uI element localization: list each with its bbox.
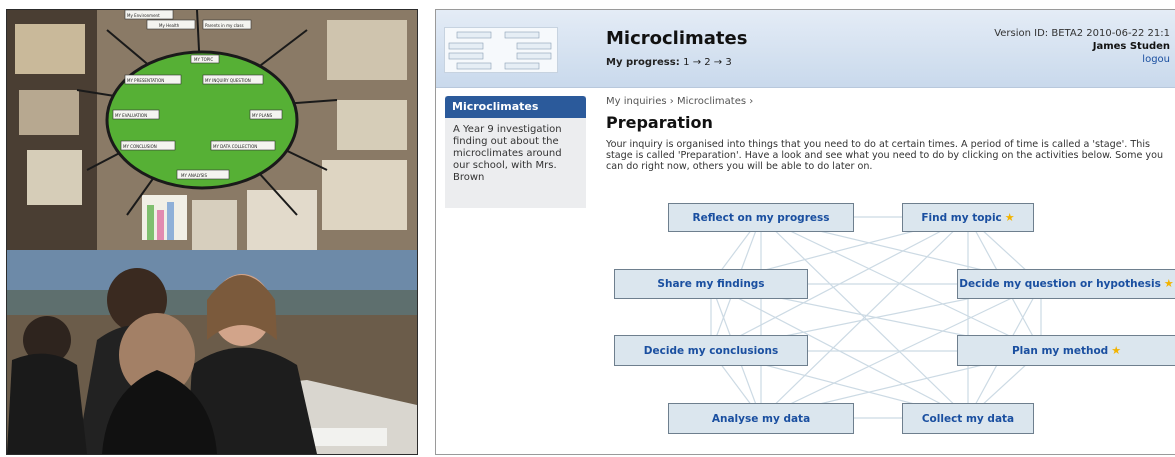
activity-decide-my-conclusions[interactable]: Decide my conclusions (614, 335, 808, 366)
board-label: My Environment (127, 13, 160, 18)
activity-find-my-topic[interactable]: Find my topic ★ (902, 203, 1034, 232)
activity-label: Decide my conclusions (643, 344, 779, 357)
activity-label: Collect my data (921, 412, 1015, 425)
star-icon: ★ (1163, 277, 1174, 290)
activity-label: Find my topic (921, 211, 1002, 224)
activity-connection-lines (710, 216, 1042, 419)
activity-label: Analyse my data (711, 412, 811, 425)
activity-label: Reflect on my progress (692, 211, 830, 224)
activity-label-text: Decide my question or hypothesis (959, 278, 1161, 290)
star-icon: ★ (1004, 210, 1015, 224)
photo-panel: My Environment My Health Parents in my c… (0, 0, 424, 457)
activity-plan-my-method[interactable]: Plan my method ★ (957, 335, 1175, 366)
activity-reflect-on-my-progress[interactable]: Reflect on my progress (668, 203, 854, 232)
activity-analyse-my-data[interactable]: Analyse my data (668, 403, 854, 434)
activity-label: Plan my method (1011, 344, 1109, 357)
inquiry-app-window: Microclimates My progress: 1 → 2 → 3 Ver… (435, 9, 1175, 455)
star-icon: ★ (1111, 343, 1122, 357)
activity-collect-my-data[interactable]: Collect my data (902, 403, 1034, 434)
activity-share-my-findings[interactable]: Share my findings (614, 269, 808, 299)
board-label: MY CONCLUSION (123, 144, 157, 149)
board-label: Parents in my class (205, 23, 244, 28)
classroom-photo: My Environment My Health Parents in my c… (6, 9, 418, 455)
board-label: MY ANALYSIS (181, 173, 207, 178)
activity-label: Decide my question or hypothesis ★ (959, 277, 1174, 291)
board-label: MY INQUIRY QUESTION (205, 78, 251, 83)
activity-label: Share my findings (657, 278, 765, 290)
board-label: MY DATA COLLECTION (213, 144, 257, 149)
board-label: MY EVALUATION (115, 113, 147, 118)
board-label: My Health (159, 23, 180, 28)
board-label: MY TOPIC (194, 57, 213, 62)
activity-decide-my-question[interactable]: Decide my question or hypothesis ★ (957, 269, 1175, 299)
board-label: MY PRESENTATION (127, 78, 164, 83)
classroom-photo-illustration: My Environment My Health Parents in my c… (7, 10, 417, 454)
board-label: MY PLANS (252, 113, 273, 118)
